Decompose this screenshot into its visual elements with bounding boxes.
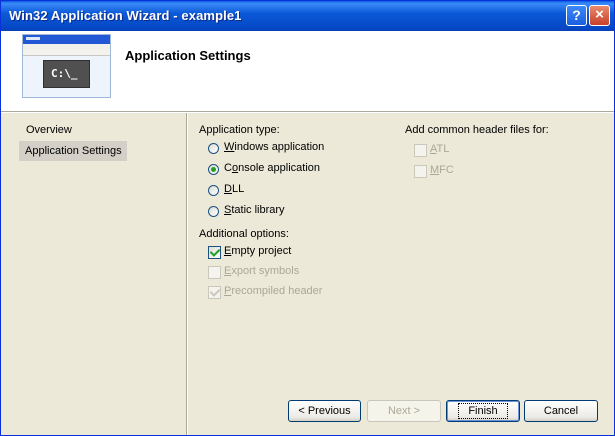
checkbox-mfc-label[interactable]: MFC: [430, 164, 454, 176]
check-mark-icon: [209, 246, 221, 257]
checkbox-precompiled-header[interactable]: [208, 286, 221, 299]
next-button[interactable]: Next >: [367, 400, 441, 422]
radio-selected-dot: [211, 167, 216, 172]
nav-item-application-settings[interactable]: Application Settings: [19, 141, 127, 161]
radio-console-application-label[interactable]: Console application: [224, 162, 320, 174]
check-mark-icon: [209, 286, 221, 297]
checkbox-atl[interactable]: [414, 144, 427, 157]
console-app-icon: C:\_: [22, 34, 111, 98]
radio-windows-application[interactable]: [208, 143, 219, 154]
radio-console-application[interactable]: [208, 164, 219, 175]
header-divider: [1, 111, 614, 113]
checkbox-export-symbols[interactable]: [208, 266, 221, 279]
checkbox-mfc[interactable]: [414, 165, 427, 178]
title-bar[interactable]: Win32 Application Wizard - example1 ? ×: [1, 1, 614, 31]
window-title: Win32 Application Wizard - example1: [9, 8, 242, 23]
additional-options-label: Additional options:: [199, 228, 289, 240]
finish-button-label: Finish: [458, 403, 508, 419]
nav-divider: [186, 113, 188, 435]
finish-button[interactable]: Finish: [446, 400, 520, 422]
page-title: Application Settings: [125, 48, 251, 63]
radio-static-library[interactable]: [208, 206, 219, 217]
radio-dll-label[interactable]: DLL: [224, 183, 244, 195]
console-prompt-text: C:\_: [43, 60, 90, 88]
checkbox-atl-label[interactable]: ATL: [430, 143, 449, 155]
wizard-window: Win32 Application Wizard - example1 ? × …: [0, 0, 615, 436]
checkbox-precompiled-header-label[interactable]: Precompiled header: [224, 285, 322, 297]
checkbox-empty-project-label[interactable]: Empty project: [224, 245, 291, 257]
radio-dll[interactable]: [208, 185, 219, 196]
nav-item-overview[interactable]: Overview: [22, 120, 76, 140]
help-button[interactable]: ?: [566, 5, 587, 26]
wizard-header: C:\_ Application Settings: [1, 31, 614, 111]
header-files-label: Add common header files for:: [405, 124, 549, 136]
radio-static-library-label[interactable]: Static library: [224, 204, 285, 216]
radio-windows-application-label[interactable]: Windows application: [224, 141, 324, 153]
checkbox-empty-project[interactable]: [208, 246, 221, 259]
cancel-button[interactable]: Cancel: [524, 400, 598, 422]
checkbox-export-symbols-label[interactable]: Export symbols: [224, 265, 299, 277]
application-type-label: Application type:: [199, 124, 280, 136]
previous-button[interactable]: < Previous: [288, 400, 361, 422]
close-button[interactable]: ×: [589, 5, 610, 26]
